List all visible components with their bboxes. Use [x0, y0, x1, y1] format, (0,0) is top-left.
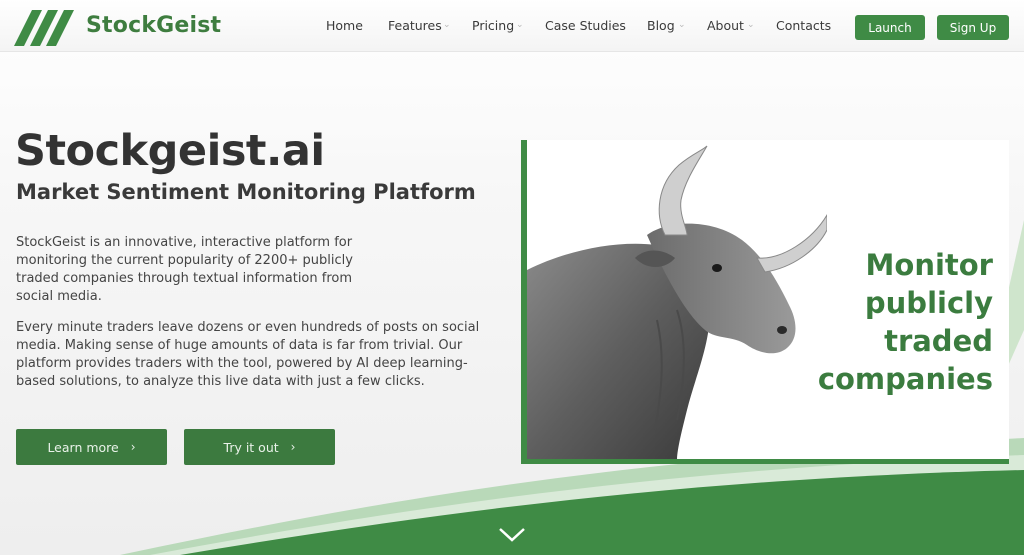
try-it-out-label: Try it out	[223, 439, 279, 455]
brand-name: StockGeist	[86, 13, 222, 38]
chevron-right-icon: ›	[290, 440, 296, 454]
hero-subtitle: Market Sentiment Monitoring Platform	[16, 180, 476, 204]
card-line-1: Monitor	[865, 248, 993, 282]
nav-case-studies[interactable]: Case Studies	[545, 18, 626, 33]
try-it-out-button[interactable]: Try it out ›	[184, 429, 335, 465]
nav-home[interactable]: Home	[326, 18, 363, 33]
caret-down-icon: ⌄	[678, 20, 686, 30]
nav-contacts[interactable]: Contacts	[776, 18, 831, 33]
card-headline: Monitor publicly traded companies	[818, 246, 993, 398]
nav-pricing[interactable]: Pricing	[472, 18, 514, 33]
card-line-3: traded	[884, 324, 993, 358]
logo-mark-icon	[14, 10, 74, 46]
caret-down-icon: ⌄	[443, 20, 451, 30]
bull-image	[527, 145, 827, 459]
nav-about[interactable]: About	[707, 18, 744, 33]
learn-more-label: Learn more	[47, 439, 119, 455]
hero-title: Stockgeist.ai	[15, 126, 325, 176]
learn-more-button[interactable]: Learn more ›	[16, 429, 167, 465]
nav-blog[interactable]: Blog	[647, 18, 675, 33]
logo[interactable]: StockGeist	[14, 8, 224, 46]
card-line-2: publicly	[864, 286, 993, 320]
hero-paragraph-1: StockGeist is an innovative, interactive…	[16, 235, 353, 304]
caret-down-icon: ⌄	[747, 20, 755, 30]
hero-paragraph-2: Every minute traders leave dozens or eve…	[16, 320, 480, 389]
card-line-4: companies	[817, 362, 993, 396]
launch-button[interactable]: Launch	[855, 15, 925, 40]
hero-card: Monitor publicly traded companies	[521, 140, 1009, 464]
nav-features[interactable]: Features	[388, 18, 442, 33]
chevron-right-icon: ›	[130, 440, 136, 454]
chevron-down-icon[interactable]	[498, 527, 526, 543]
signup-button[interactable]: Sign Up	[937, 15, 1009, 40]
caret-down-icon: ⌄	[516, 20, 524, 30]
site-header: StockGeist Home Features ⌄ Pricing ⌄ Cas…	[0, 0, 1024, 52]
